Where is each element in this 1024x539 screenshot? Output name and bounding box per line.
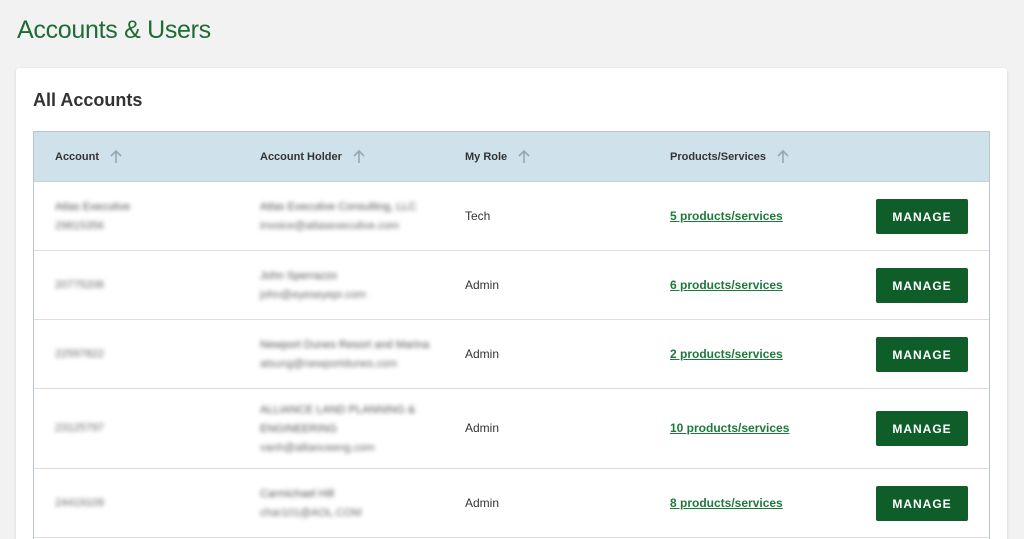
table-row: Atlas Executive 29815356 Atlas Executive… [34,182,989,251]
account-holder-cell: Carmichael Hill char101@AOL.COM [260,485,362,523]
account-holder-cell: Atlas Executive Consulting, LLC invoice@… [260,198,417,236]
account-number: 29815356 [55,220,104,232]
account-number: 24419109 [55,497,104,509]
account-number: 22597822 [55,348,104,360]
account-number: 23125797 [55,422,104,434]
manage-button[interactable]: MANAGE [876,337,968,372]
table-row: 23125797 ALLIANCE LAND PLANNING & ENGINE… [34,389,989,469]
account-cell: 23125797 [55,419,104,438]
products-services-link[interactable]: 8 products/services [670,496,783,510]
column-label: Account [55,151,99,163]
products-services-link[interactable]: 6 products/services [670,278,783,292]
products-services-link[interactable]: 10 products/services [670,421,789,435]
account-cell: 20775206 [55,276,104,295]
sort-arrow-up-icon[interactable] [776,150,790,164]
column-label: Products/Services [670,151,766,163]
sort-arrow-up-icon[interactable] [109,150,123,164]
sort-arrow-up-icon[interactable] [352,150,366,164]
role-cell: Tech [465,209,491,223]
holder-email: invoice@atlasexecutive.com [260,220,399,232]
holder-email: atsung@newportdunes.com [260,358,398,370]
holder-name: Atlas Executive Consulting, LLC [260,201,417,213]
accounts-card: All Accounts Account Account Holder My R… [16,68,1007,539]
role-cell: Admin [465,347,500,361]
account-holder-cell: Newport Dunes Resort and Marina atsung@n… [260,336,429,374]
holder-name: Newport Dunes Resort and Marina [260,339,430,351]
column-header-products-services[interactable]: Products/Services [670,132,790,182]
account-cell: Atlas Executive 29815356 [55,198,130,236]
column-header-account[interactable]: Account [55,132,123,182]
role-cell: Admin [465,496,500,510]
holder-name: ALLIANCE LAND PLANNING & ENGINEERING [260,404,416,435]
page-title: Accounts & Users [17,16,211,44]
sort-arrow-up-icon[interactable] [517,150,531,164]
account-holder-cell: ALLIANCE LAND PLANNING & ENGINEERING van… [260,401,445,458]
manage-button[interactable]: MANAGE [876,411,968,446]
holder-email: char101@AOL.COM [260,507,362,519]
table-row: 22597822 Newport Dunes Resort and Marina… [34,320,989,389]
column-header-my-role[interactable]: My Role [465,132,531,182]
account-holder-cell: John Sperrazzo john@eyeseyepr.com [260,267,366,305]
manage-button[interactable]: MANAGE [876,268,968,303]
card-title: All Accounts [33,90,143,110]
role-cell: Admin [465,421,500,435]
holder-name: John Sperrazzo [260,270,338,282]
column-label: My Role [465,151,508,163]
table-header: Account Account Holder My Role Products/… [34,132,989,182]
account-number: 20775206 [55,279,104,291]
products-services-link[interactable]: 5 products/services [670,209,783,223]
account-cell: 22597822 [55,345,104,364]
products-services-link[interactable]: 2 products/services [670,347,783,361]
account-name: Atlas Executive [55,201,131,213]
column-header-account-holder[interactable]: Account Holder [260,132,366,182]
holder-email: john@eyeseyepr.com [260,289,366,301]
column-label: Account Holder [260,151,342,163]
table-row: 24419109 Carmichael Hill char101@AOL.COM… [34,469,989,538]
manage-button[interactable]: MANAGE [876,486,968,521]
manage-button[interactable]: MANAGE [876,199,968,234]
accounts-table: Account Account Holder My Role Products/… [33,131,990,539]
account-cell: 24419109 [55,494,104,513]
role-cell: Admin [465,278,500,292]
holder-name: Carmichael Hill [260,488,334,500]
table-row: 20775206 John Sperrazzo john@eyeseyepr.c… [34,251,989,320]
holder-email: vanh@allianceeng.com [260,442,375,454]
